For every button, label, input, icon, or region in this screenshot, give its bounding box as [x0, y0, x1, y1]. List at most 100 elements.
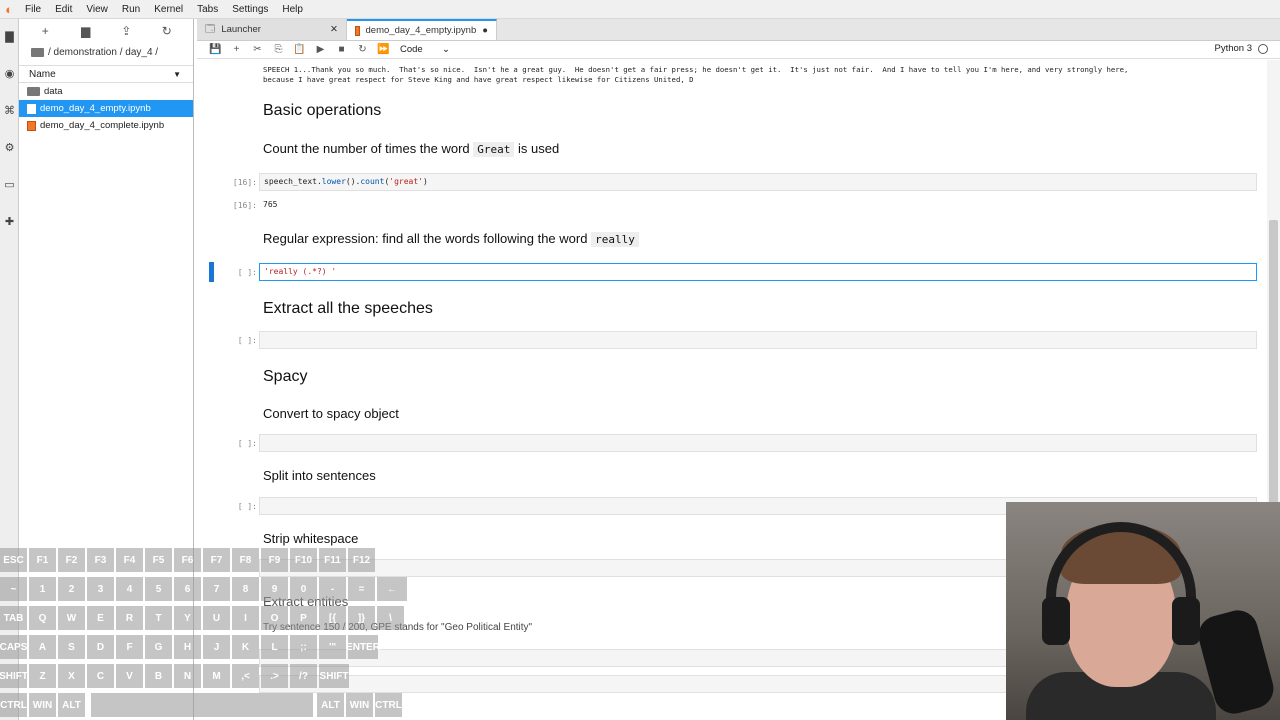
key-[interactable]: .> — [261, 664, 288, 688]
key-2[interactable]: 2 — [58, 577, 85, 601]
key-f7[interactable]: F7 — [203, 548, 230, 572]
key-r[interactable]: R — [116, 606, 143, 630]
key-h[interactable]: H — [174, 635, 201, 659]
key-y[interactable]: Y — [174, 606, 201, 630]
menu-file[interactable]: File — [18, 0, 48, 19]
breadcrumb[interactable]: / demonstration / day_4 / — [19, 43, 193, 61]
key-[interactable]: \ — [377, 606, 404, 630]
close-icon[interactable]: ✕ — [330, 24, 338, 35]
code-cell-empty[interactable] — [259, 434, 1257, 452]
add-cell-icon[interactable]: + — [226, 44, 247, 55]
key-[interactable]: = — [348, 577, 375, 601]
tabs-icon[interactable]: ▭ — [2, 177, 17, 192]
tab-launcher[interactable]: 🗔 Launcher ✕ — [197, 19, 347, 40]
key-f5[interactable]: F5 — [145, 548, 172, 572]
menu-tabs[interactable]: Tabs — [190, 0, 225, 19]
key-tab[interactable]: TAB — [0, 606, 27, 630]
key-[interactable]: '" — [319, 635, 346, 659]
key-[interactable]: ~ — [0, 577, 27, 601]
key-[interactable]: - — [319, 577, 346, 601]
file-item-data[interactable]: data — [19, 83, 193, 100]
property-inspector-icon[interactable]: ⚙ — [2, 140, 17, 155]
key-1[interactable]: 1 — [29, 577, 56, 601]
save-icon[interactable]: 💾 — [205, 44, 226, 55]
key-u[interactable]: U — [203, 606, 230, 630]
extensions-icon[interactable]: ✚ — [2, 214, 17, 229]
key-f1[interactable]: F1 — [29, 548, 56, 572]
stop-icon[interactable]: ■ — [331, 44, 352, 55]
key-4[interactable]: 4 — [116, 577, 143, 601]
key-shift[interactable]: SHIFT — [319, 664, 349, 688]
menu-view[interactable]: View — [79, 0, 115, 19]
code-cell-empty[interactable] — [259, 331, 1257, 349]
run-icon[interactable]: ▶ — [310, 44, 331, 55]
menu-kernel[interactable]: Kernel — [147, 0, 190, 19]
key-j[interactable]: J — [203, 635, 230, 659]
fast-forward-icon[interactable]: ⏩ — [373, 44, 394, 55]
key-ctrl[interactable]: CTRL — [0, 693, 27, 717]
restart-icon[interactable]: ↻ — [352, 44, 373, 55]
key-[interactable]: [{ — [319, 606, 346, 630]
key-9[interactable]: 9 — [261, 577, 288, 601]
key-w[interactable]: W — [58, 606, 85, 630]
key-alt[interactable]: ALT — [58, 693, 85, 717]
scrollbar-thumb[interactable] — [1269, 220, 1278, 520]
key-ctrl[interactable]: CTRL — [375, 693, 402, 717]
key-t[interactable]: T — [145, 606, 172, 630]
new-launcher-icon[interactable]: + — [37, 24, 53, 38]
key-n[interactable]: N — [174, 664, 201, 688]
key-z[interactable]: Z — [29, 664, 56, 688]
copy-icon[interactable]: ⎘ — [268, 44, 289, 55]
key-[interactable]: ← — [377, 577, 407, 601]
key-l[interactable]: L — [261, 635, 288, 659]
menu-settings[interactable]: Settings — [225, 0, 275, 19]
key-caps[interactable]: CAPS — [0, 635, 27, 659]
code-cell-regex[interactable]: 'really (.*?) ' — [259, 263, 1257, 281]
folder-icon[interactable]: ▇ — [2, 29, 17, 44]
key-g[interactable]: G — [145, 635, 172, 659]
key-f[interactable]: F — [116, 635, 143, 659]
key-[interactable]: /? — [290, 664, 317, 688]
paste-icon[interactable]: 📋 — [289, 44, 310, 55]
key-f3[interactable]: F3 — [87, 548, 114, 572]
key-a[interactable]: A — [29, 635, 56, 659]
key-f6[interactable]: F6 — [174, 548, 201, 572]
file-item-empty-notebook[interactable]: demo_day_4_empty.ipynb — [19, 100, 193, 117]
key-q[interactable]: Q — [29, 606, 56, 630]
key-[interactable]: ;: — [290, 635, 317, 659]
commands-icon[interactable]: ⌘ — [2, 103, 17, 118]
key-[interactable]: ,< — [232, 664, 259, 688]
key-alt[interactable]: ALT — [317, 693, 344, 717]
unsaved-dot-icon[interactable]: ● — [482, 25, 488, 36]
key-e[interactable]: E — [87, 606, 114, 630]
key-f8[interactable]: F8 — [232, 548, 259, 572]
key-i[interactable]: I — [232, 606, 259, 630]
key-7[interactable]: 7 — [203, 577, 230, 601]
key-6[interactable]: 6 — [174, 577, 201, 601]
menu-edit[interactable]: Edit — [48, 0, 79, 19]
key-[interactable]: ]} — [348, 606, 375, 630]
key-f12[interactable]: F12 — [348, 548, 375, 572]
key-b[interactable]: B — [145, 664, 172, 688]
key-f9[interactable]: F9 — [261, 548, 288, 572]
key-f4[interactable]: F4 — [116, 548, 143, 572]
key-shift[interactable]: SHIFT — [0, 664, 28, 688]
key-5[interactable]: 5 — [145, 577, 172, 601]
code-cell-count[interactable]: speech_text.lower().count('great') — [259, 173, 1257, 191]
column-header-name[interactable]: Name ▼ — [19, 65, 193, 83]
refresh-icon[interactable]: ↻ — [159, 24, 175, 38]
key-esc[interactable]: ESC — [0, 548, 27, 572]
key-8[interactable]: 8 — [232, 577, 259, 601]
menu-run[interactable]: Run — [115, 0, 147, 19]
upload-icon[interactable]: ⇪ — [118, 24, 134, 38]
key-k[interactable]: K — [232, 635, 259, 659]
cut-icon[interactable]: ✂ — [247, 44, 268, 55]
cell-type-select[interactable]: Code ⌄ — [400, 44, 450, 55]
kernel-status[interactable]: Python 3 — [1215, 43, 1268, 54]
key-space[interactable] — [91, 693, 313, 717]
key-d[interactable]: D — [87, 635, 114, 659]
new-folder-icon[interactable]: ▆ — [78, 24, 94, 38]
key-c[interactable]: C — [87, 664, 114, 688]
key-x[interactable]: X — [58, 664, 85, 688]
tab-notebook[interactable]: demo_day_4_empty.ipynb ● — [347, 19, 497, 40]
